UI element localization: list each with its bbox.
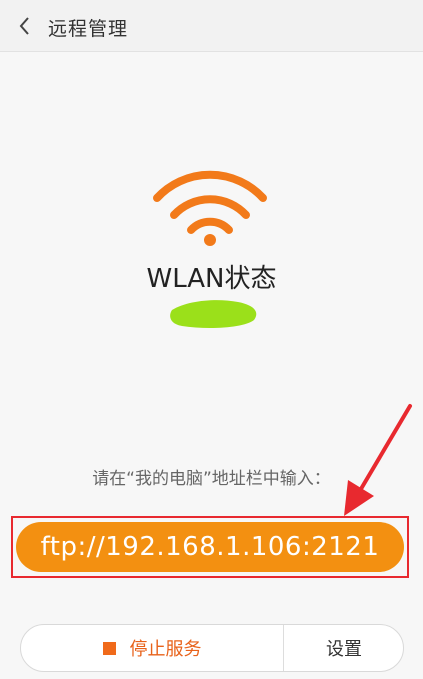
wlan-status-label: WLAN状态 (146, 264, 277, 294)
page-title: 远程管理 (48, 18, 129, 40)
stop-icon (102, 641, 116, 655)
stop-service-button[interactable]: 停止服务 (21, 625, 283, 671)
annotation-arrow (344, 404, 412, 516)
settings-button[interactable]: 设置 (284, 625, 403, 671)
wifi-icon (153, 170, 267, 246)
stop-service-label: 停止服务 (129, 639, 202, 660)
chevron-left-icon[interactable] (12, 12, 40, 40)
network-name-redaction (170, 300, 257, 328)
action-bar: 停止服务 设置 (20, 624, 404, 672)
title-bar: 远程管理 (0, 0, 423, 52)
ftp-address: ftp://192.168.1.106:2121 (16, 522, 404, 572)
